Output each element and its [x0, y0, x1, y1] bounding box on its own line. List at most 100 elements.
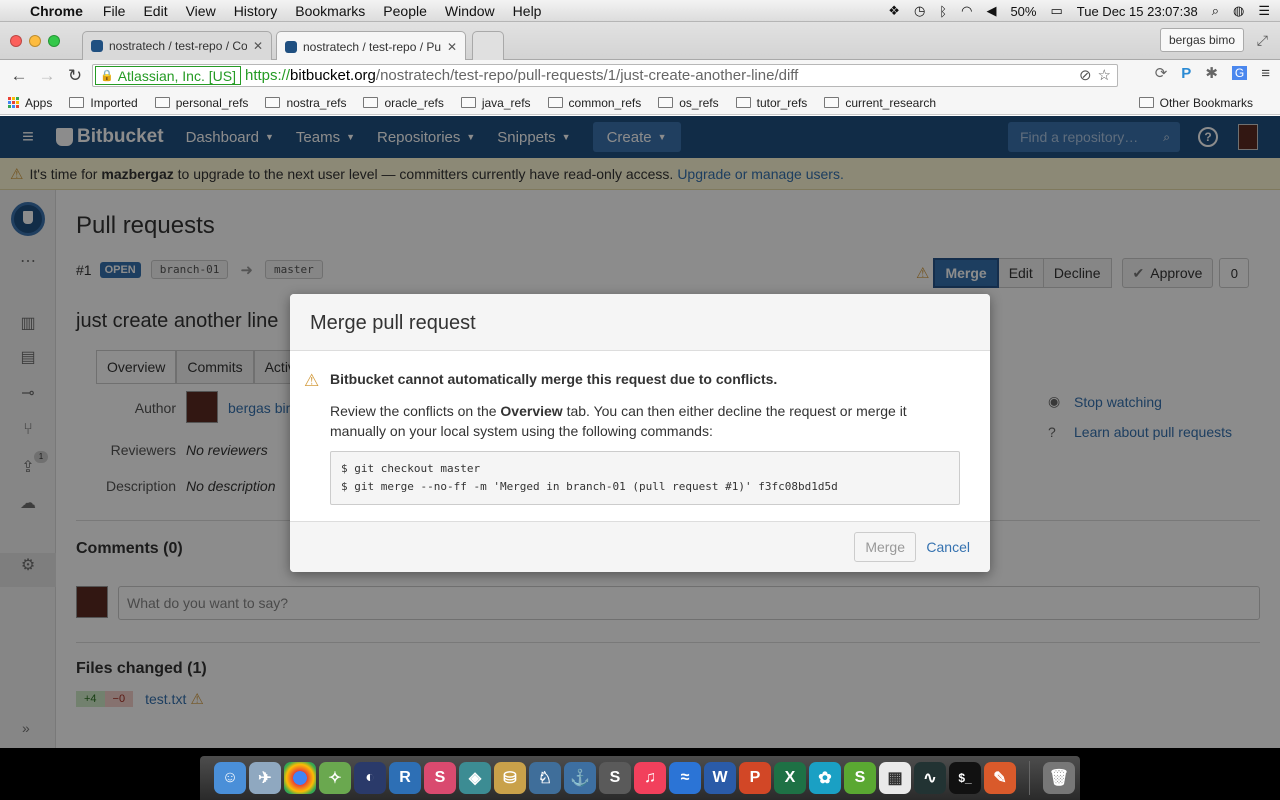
browser-tab[interactable]: nostratech / test-repo / Co ✕	[82, 31, 272, 60]
postman-icon[interactable]: ✎	[984, 762, 1016, 794]
menu-people[interactable]: People	[383, 3, 427, 19]
slack-icon[interactable]: S	[424, 762, 456, 794]
bookmark-folder[interactable]: nostra_refs	[265, 96, 346, 110]
finder-icon[interactable]: ☺	[214, 762, 246, 794]
bookmark-folder[interactable]: os_refs	[658, 96, 719, 110]
extension-p-icon[interactable]: P	[1181, 65, 1191, 82]
volume-icon[interactable]: ◀	[986, 3, 996, 19]
url-host: bitbucket.org	[290, 67, 376, 84]
mysql-workbench-icon[interactable]: ⚓	[564, 762, 596, 794]
folder-icon	[1138, 97, 1154, 108]
gitbox-icon[interactable]: ◈	[459, 762, 491, 794]
menu-edit[interactable]: Edit	[143, 3, 167, 19]
bookmark-folder[interactable]: java_refs	[460, 95, 531, 110]
bookmark-folder[interactable]: common_refs	[547, 95, 642, 110]
sequel-icon[interactable]: S	[844, 762, 876, 794]
chrome-menu-icon[interactable]: ≡	[1261, 65, 1270, 82]
git-commands[interactable]: $ git checkout master $ git merge --no-ff…	[330, 451, 960, 505]
bookmark-star-icon[interactable]: ☆	[1098, 66, 1111, 84]
bluetooth-icon[interactable]: ᛒ	[939, 4, 947, 19]
folder-icon	[363, 97, 379, 108]
profile-button[interactable]: bergas bimo	[1159, 28, 1244, 52]
zoom-window-button[interactable]	[48, 35, 60, 47]
apps-icon	[8, 97, 19, 108]
close-tab-icon[interactable]: ✕	[447, 40, 457, 54]
reload-icon[interactable]: ↻	[64, 65, 86, 87]
extension-sync-icon[interactable]: ⟳	[1155, 64, 1168, 82]
itunes-icon[interactable]: ♫	[634, 762, 666, 794]
clock[interactable]: Tue Dec 15 23:07:38	[1077, 4, 1198, 19]
bookmark-folder[interactable]: personal_refs	[154, 96, 248, 110]
postgres-icon[interactable]: ♘	[529, 762, 561, 794]
bookmark-folder[interactable]: Imported	[69, 95, 138, 110]
address-bar[interactable]: 🔒 Atlassian, Inc. [US] https:// bitbucke…	[92, 64, 1118, 87]
powerpoint-icon[interactable]: P	[739, 762, 771, 794]
block-icon[interactable]: ⊘	[1079, 66, 1092, 84]
time-machine-icon[interactable]: ◷	[914, 3, 925, 19]
folder-icon	[154, 97, 170, 108]
bookmark-label: oracle_refs	[384, 95, 444, 110]
close-tab-icon[interactable]: ✕	[253, 39, 263, 53]
eclipse-icon[interactable]: ◐	[354, 762, 386, 794]
browser-tab-strip: nostratech / test-repo / Co ✕ nostratech…	[0, 22, 1280, 61]
preview-icon[interactable]: ✈	[249, 762, 281, 794]
notification-center-icon[interactable]: ☰	[1258, 3, 1270, 19]
minimize-window-button[interactable]	[29, 35, 41, 47]
extension-bug-icon[interactable]: ✱	[1205, 64, 1218, 82]
back-icon[interactable]: ←	[8, 65, 30, 87]
wifi-icon[interactable]: ◠	[961, 3, 972, 19]
terminal-icon[interactable]: $_	[949, 762, 981, 794]
folder-icon	[824, 97, 840, 108]
app-menu[interactable]: Chrome	[30, 3, 83, 19]
bookmark-label: common_refs	[568, 95, 642, 110]
menu-file[interactable]: File	[103, 3, 126, 19]
database-icon[interactable]: ⛁	[494, 762, 526, 794]
menu-history[interactable]: History	[234, 3, 278, 19]
merge-confirm-button[interactable]: Merge	[854, 532, 916, 562]
forward-icon[interactable]: →	[36, 65, 58, 87]
dialog-body: ⚠ Bitbucket cannot automatically merge t…	[290, 351, 990, 505]
bookmark-folder[interactable]: current_research	[824, 96, 936, 110]
sublime-text-icon[interactable]: S	[599, 762, 631, 794]
bookmark-other[interactable]: Other Bookmarks	[1138, 96, 1253, 110]
bookmark-label: Imported	[90, 95, 138, 110]
conflict-message: Bitbucket cannot automatically merge thi…	[330, 371, 778, 387]
dialog-title: Merge pull request	[290, 294, 990, 351]
bookmark-label: java_refs	[481, 95, 531, 110]
calendar-grid-icon[interactable]: ▦	[879, 762, 911, 794]
r-icon[interactable]: R	[389, 762, 421, 794]
excel-icon[interactable]: X	[774, 762, 806, 794]
extension-translate-icon[interactable]: G	[1231, 66, 1248, 80]
battery-percent[interactable]: 50%	[1010, 4, 1036, 19]
word-icon[interactable]: W	[704, 762, 736, 794]
ev-certificate-badge[interactable]: 🔒 Atlassian, Inc. [US]	[95, 66, 241, 85]
menu-window[interactable]: Window	[445, 3, 495, 19]
dropbox-icon[interactable]: ❖	[888, 3, 900, 19]
trash-icon[interactable]: 🗑	[1043, 762, 1075, 794]
new-tab-button[interactable]	[472, 31, 504, 60]
user-icon[interactable]: ◍	[1233, 3, 1244, 19]
dock: ☺ ✈ ✧ ◐ R S ◈ ⛁ ♘ ⚓ S ♫ ≈ W P X ✿ S ▦ ∿ …	[200, 756, 1080, 800]
bookmark-folder[interactable]: oracle_refs	[363, 95, 444, 110]
sourcetree-icon[interactable]: ✿	[809, 762, 841, 794]
openoffice-icon[interactable]: ≈	[669, 762, 701, 794]
menu-view[interactable]: View	[186, 3, 216, 19]
cancel-link[interactable]: Cancel	[926, 539, 970, 555]
browser-toolbar: ← → ↻ 🔒 Atlassian, Inc. [US] https:// bi…	[0, 60, 1280, 91]
command-line: $ git checkout master	[341, 462, 481, 475]
fullscreen-icon[interactable]: ⤢	[1257, 32, 1268, 49]
bookmark-apps[interactable]: Apps	[8, 96, 52, 110]
stocks-icon[interactable]: ✧	[319, 762, 351, 794]
activity-monitor-icon[interactable]: ∿	[914, 762, 946, 794]
instructions-strong: Overview	[500, 403, 563, 419]
spotlight-icon[interactable]: ⌕	[1212, 3, 1219, 19]
bookmark-folder[interactable]: tutor_refs	[735, 96, 807, 110]
browser-tab-active[interactable]: nostratech / test-repo / Pu ✕	[276, 31, 466, 61]
close-window-button[interactable]	[10, 35, 22, 47]
chrome-icon[interactable]	[284, 762, 316, 794]
dialog-instructions: Review the conflicts on the Overview tab…	[330, 401, 960, 441]
url-scheme: https://	[244, 67, 291, 84]
bookmark-label: Apps	[25, 95, 53, 110]
menu-help[interactable]: Help	[513, 3, 542, 19]
menu-bookmarks[interactable]: Bookmarks	[295, 3, 365, 19]
